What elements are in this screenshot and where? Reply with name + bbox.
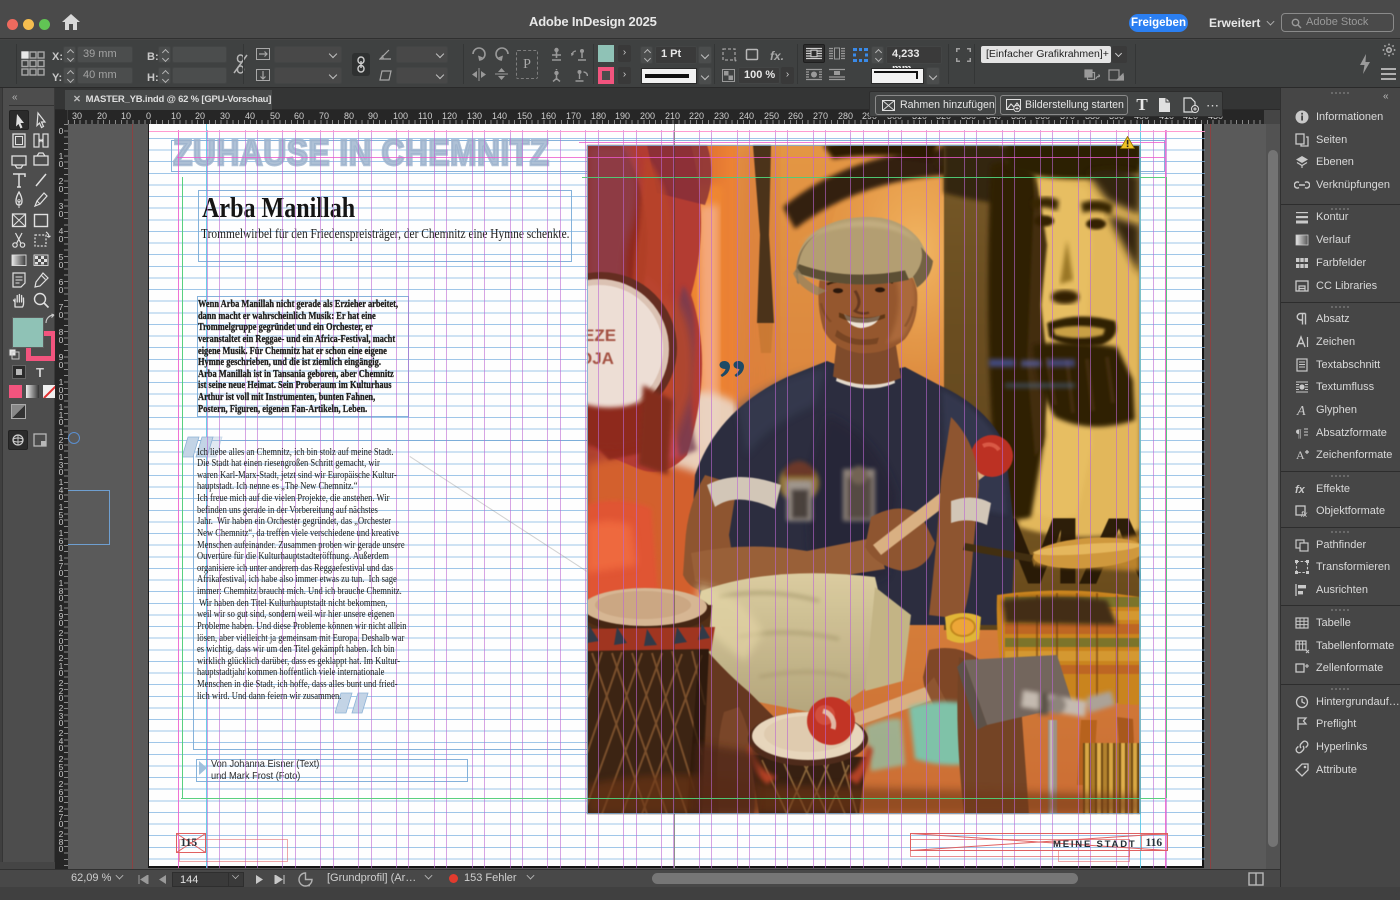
svg-text:A: A <box>1296 404 1306 418</box>
svg-text:A: A <box>1296 448 1305 462</box>
svg-text:fx: fx <box>1295 484 1306 496</box>
svg-text:¶: ¶ <box>1296 426 1302 440</box>
svg-text:fx: fx <box>1301 510 1308 519</box>
